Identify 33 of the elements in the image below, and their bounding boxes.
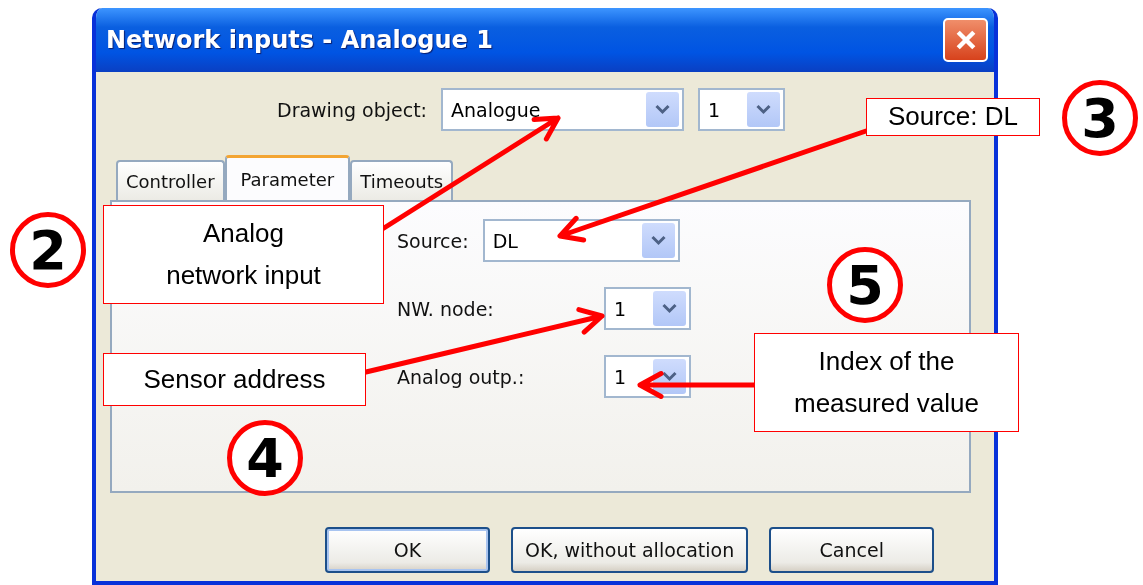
step-number: 3	[1062, 80, 1138, 156]
tab[interactable]: Controller	[116, 160, 225, 200]
chevron-icon	[661, 370, 678, 383]
field-label: Drawing object:	[277, 98, 427, 121]
close-button[interactable]	[943, 18, 988, 62]
dropdown-field[interactable]: DL	[482, 219, 680, 262]
dropdown-field[interactable]: 1	[604, 287, 691, 330]
chevron-icon	[649, 234, 667, 247]
dialog-button[interactable]: OK	[325, 527, 490, 573]
field-label: Analog outp.:	[397, 365, 526, 388]
tab[interactable]: Parameter	[224, 155, 351, 200]
tab[interactable]: Timeouts	[350, 160, 454, 200]
window-title: Network inputs - Analogue 1	[106, 26, 493, 54]
field-label: Source:	[397, 229, 469, 252]
callout-line: measured value	[794, 386, 979, 420]
chevron-icon	[654, 103, 671, 116]
callout-line: Analog	[203, 216, 284, 250]
callout-line: Source: DL	[887, 100, 1019, 134]
dropdown-button[interactable]	[653, 291, 686, 326]
dropdown-button[interactable]	[641, 223, 675, 258]
dialog-button[interactable]: OK, without allocation	[511, 527, 749, 573]
dropdown-field[interactable]: Analogue	[441, 88, 684, 131]
dialog-button[interactable]: Cancel	[769, 527, 935, 573]
callout-line: network input	[166, 258, 321, 292]
dropdown-button[interactable]	[646, 92, 679, 127]
callout-line: Index of the	[818, 344, 955, 378]
chevron-icon	[755, 103, 772, 116]
step-number: 2	[10, 212, 86, 288]
callout-line: Sensor address	[143, 362, 326, 396]
field-label: NW. node:	[397, 297, 495, 320]
dropdown-button[interactable]	[747, 92, 780, 127]
chevron-icon	[661, 302, 678, 315]
dropdown-field[interactable]: 1	[698, 88, 785, 131]
